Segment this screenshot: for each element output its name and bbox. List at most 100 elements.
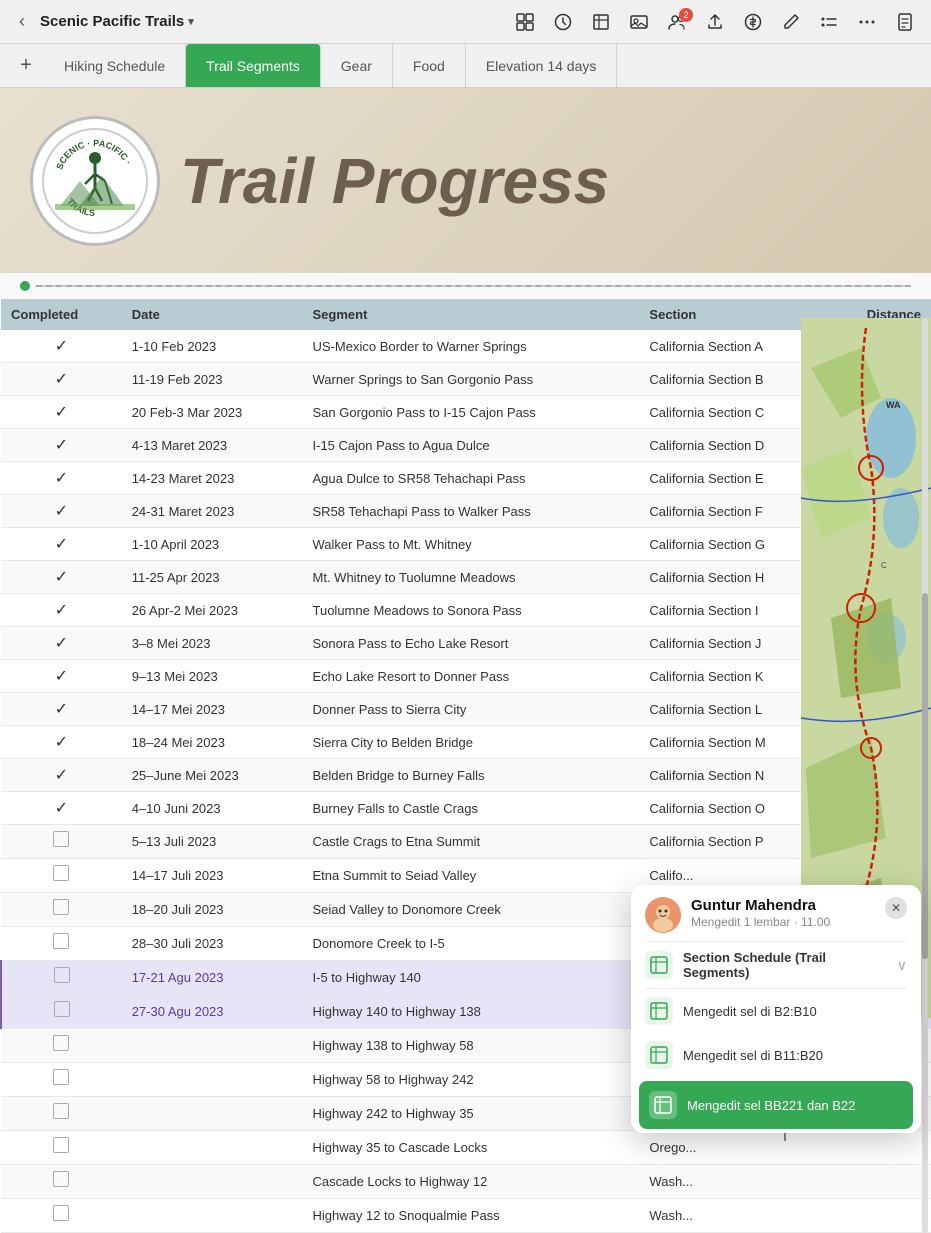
completed-cell[interactable]: ✓: [1, 462, 122, 495]
completed-cell[interactable]: [1, 1063, 122, 1097]
completed-cell[interactable]: ✓: [1, 594, 122, 627]
section-cell: California Section D: [639, 429, 828, 462]
completed-cell[interactable]: ✓: [1, 759, 122, 792]
segment-cell: Highway 58 to Highway 242: [303, 1063, 640, 1097]
completed-cell[interactable]: ✓: [1, 429, 122, 462]
tab-elevation[interactable]: Elevation 14 days: [466, 44, 618, 87]
completed-cell[interactable]: [1, 825, 122, 859]
date-cell: 1-10 April 2023: [122, 528, 303, 561]
progress-bar: [0, 273, 931, 299]
date-cell: 4-13 Maret 2023: [122, 429, 303, 462]
table-row[interactable]: ✓24-31 Maret 2023SR58 Tehachapi Pass to …: [1, 495, 931, 528]
back-button[interactable]: ‹: [8, 8, 36, 36]
table-row[interactable]: ✓25–June Mei 2023Belden Bridge to Burney…: [1, 759, 931, 792]
table-row[interactable]: ✓1-10 Feb 2023US-Mexico Border to Warner…: [1, 330, 931, 363]
completed-cell[interactable]: ✓: [1, 363, 122, 396]
completed-cell[interactable]: ✓: [1, 495, 122, 528]
comment-section-schedule[interactable]: Section Schedule (Trail Segments) ∨: [631, 942, 921, 988]
completed-cell[interactable]: [1, 1165, 122, 1199]
completed-cell[interactable]: [1, 893, 122, 927]
section-cell: California Section M: [639, 726, 828, 759]
segment-cell: US-Mexico Border to Warner Springs: [303, 330, 640, 363]
tab-food[interactable]: Food: [393, 44, 466, 87]
table-row[interactable]: 5–13 Juli 2023Castle Crags to Etna Summi…: [1, 825, 931, 859]
table-row[interactable]: Cascade Locks to Highway 12Wash...: [1, 1165, 931, 1199]
table-row[interactable]: ✓11-19 Feb 2023Warner Springs to San Gor…: [1, 363, 931, 396]
photo-icon[interactable]: [621, 4, 657, 40]
users-badge: 2: [679, 8, 693, 22]
completed-cell[interactable]: [1, 859, 122, 893]
completed-cell[interactable]: ✓: [1, 330, 122, 363]
grid-icon[interactable]: [507, 4, 543, 40]
add-sheet-button[interactable]: +: [8, 44, 44, 87]
app-title[interactable]: Scenic Pacific Trails ▾: [40, 13, 194, 30]
table-row[interactable]: ✓26 Apr-2 Mei 2023Tuolumne Meadows to So…: [1, 594, 931, 627]
comment-edit-item-2[interactable]: Mengedit sel di B11:B20: [631, 1033, 921, 1077]
title-dropdown-arrow: ▾: [188, 15, 194, 28]
completed-cell[interactable]: [1, 1131, 122, 1165]
segment-cell: Burney Falls to Castle Crags: [303, 792, 640, 825]
tab-hiking-schedule[interactable]: Hiking Schedule: [44, 44, 186, 87]
table-row[interactable]: ✓4-13 Maret 2023I-15 Cajon Pass to Agua …: [1, 429, 931, 462]
comment-avatar: [645, 897, 681, 933]
tab-trail-segments[interactable]: Trail Segments: [186, 44, 321, 87]
pen-icon[interactable]: [773, 4, 809, 40]
more-icon[interactable]: [849, 4, 885, 40]
completed-cell[interactable]: [1, 961, 122, 995]
comment-edit-icon-3: [649, 1091, 677, 1119]
completed-cell[interactable]: ✓: [1, 726, 122, 759]
table-row[interactable]: ✓11-25 Apr 2023Mt. Whitney to Tuolumne M…: [1, 561, 931, 594]
layers-icon[interactable]: [583, 4, 619, 40]
table-row[interactable]: Highway 35 to Cascade LocksOrego...: [1, 1131, 931, 1165]
section-cell: California Section J: [639, 627, 828, 660]
col-section: Section: [639, 299, 828, 330]
tab-bar: + Hiking Schedule Trail Segments Gear Fo…: [0, 44, 931, 88]
list-icon[interactable]: [811, 4, 847, 40]
completed-cell[interactable]: ✓: [1, 561, 122, 594]
clock-icon[interactable]: [545, 4, 581, 40]
completed-cell[interactable]: [1, 1097, 122, 1131]
comment-close-button[interactable]: ✕: [885, 897, 907, 919]
completed-cell[interactable]: [1, 1199, 122, 1233]
dollar-icon[interactable]: [735, 4, 771, 40]
completed-cell[interactable]: ✓: [1, 528, 122, 561]
completed-cell[interactable]: ✓: [1, 660, 122, 693]
col-segment: Segment: [303, 299, 640, 330]
segment-cell: Cascade Locks to Highway 12: [303, 1165, 640, 1199]
table-row[interactable]: ✓3–8 Mei 2023Sonora Pass to Echo Lake Re…: [1, 627, 931, 660]
tab-gear[interactable]: Gear: [321, 44, 393, 87]
comment-meta: Mengedit 1 lembar · 11.00: [691, 915, 875, 929]
table-row[interactable]: ✓20 Feb-3 Mar 2023San Gorgonio Pass to I…: [1, 396, 931, 429]
completed-cell[interactable]: ✓: [1, 627, 122, 660]
table-row[interactable]: ✓9–13 Mei 2023Echo Lake Resort to Donner…: [1, 660, 931, 693]
scroll-indicator[interactable]: [922, 318, 928, 1233]
share-icon[interactable]: [697, 4, 733, 40]
comment-section-icon: [645, 951, 673, 979]
completed-cell[interactable]: [1, 1029, 122, 1063]
completed-cell[interactable]: [1, 995, 122, 1029]
segment-cell: San Gorgonio Pass to I-15 Cajon Pass: [303, 396, 640, 429]
comment-edit-item-1[interactable]: Mengedit sel di B2:B10: [631, 989, 921, 1033]
table-row[interactable]: ✓14-23 Maret 2023Agua Dulce to SR58 Teha…: [1, 462, 931, 495]
section-cell: Wash...: [639, 1199, 828, 1233]
doc-icon[interactable]: [887, 4, 923, 40]
section-cell: California Section N: [639, 759, 828, 792]
comment-edit-item-3[interactable]: Mengedit sel BB221 dan B22: [639, 1081, 913, 1129]
scroll-thumb[interactable]: [922, 593, 928, 959]
table-row[interactable]: ✓4–10 Juni 2023Burney Falls to Castle Cr…: [1, 792, 931, 825]
table-header-row: Completed Date Segment Section Distance: [1, 299, 931, 330]
table-row[interactable]: ✓1-10 April 2023Walker Pass to Mt. Whitn…: [1, 528, 931, 561]
completed-cell[interactable]: ✓: [1, 792, 122, 825]
completed-cell[interactable]: [1, 927, 122, 961]
completed-cell[interactable]: ✓: [1, 693, 122, 726]
segment-cell: Mt. Whitney to Tuolumne Meadows: [303, 561, 640, 594]
segment-cell: Donner Pass to Sierra City: [303, 693, 640, 726]
table-row[interactable]: ✓14–17 Mei 2023Donner Pass to Sierra Cit…: [1, 693, 931, 726]
users-icon[interactable]: 2: [659, 4, 695, 40]
date-cell: 18–24 Mei 2023: [122, 726, 303, 759]
completed-cell[interactable]: ✓: [1, 396, 122, 429]
table-row[interactable]: Highway 12 to Snoqualmie PassWash...: [1, 1199, 931, 1233]
date-cell: 25–June Mei 2023: [122, 759, 303, 792]
table-row[interactable]: ✓18–24 Mei 2023Sierra City to Belden Bri…: [1, 726, 931, 759]
date-cell: 18–20 Juli 2023: [122, 893, 303, 927]
